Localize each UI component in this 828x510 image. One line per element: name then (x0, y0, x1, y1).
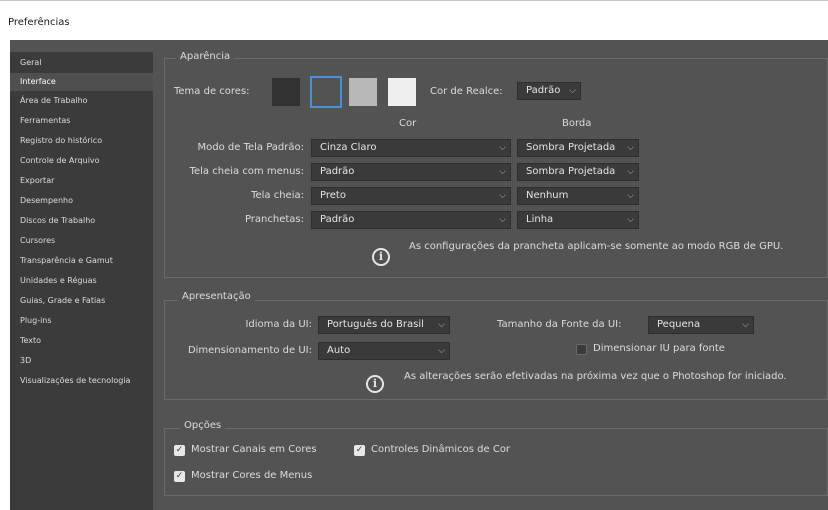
theme-swatch-medium-light[interactable] (349, 78, 377, 106)
sidebar: Geral Interface Área de Trabalho Ferrame… (10, 52, 153, 510)
chevron-down-icon: ⌵ (438, 346, 445, 356)
tela-cheia-menus-label: Tela cheia com menus: (189, 166, 304, 177)
dropdown-value: Cinza Claro (320, 142, 377, 153)
pranchetas-borda-dropdown[interactable]: Linha ⌵ (517, 211, 639, 229)
dropdown-value: Português do Brasil (327, 319, 424, 330)
mostrar-canais-checkbox[interactable]: ✓ (174, 445, 185, 456)
chevron-down-icon: ⌵ (627, 215, 634, 225)
sidebar-item-visualizacoes[interactable]: Visualizações de tecnologia (10, 372, 153, 390)
sidebar-item-registro-historico[interactable]: Registro do histórico (10, 132, 153, 150)
sidebar-item-guias[interactable]: Guias, Grade e Fatias (10, 292, 153, 310)
group-opcoes-title: Opções (180, 420, 226, 431)
sidebar-item-unidades[interactable]: Unidades e Réguas (10, 272, 153, 290)
chevron-down-icon: ⌵ (569, 86, 576, 96)
chevron-down-icon: ⌵ (499, 191, 506, 201)
chevron-down-icon: ⌵ (438, 320, 445, 330)
chevron-down-icon: ⌵ (627, 167, 634, 177)
dimensionamento-ui-label: Dimensionamento de UI: (187, 345, 312, 356)
dropdown-value: Pequena (657, 319, 701, 330)
tela-cheia-cor-dropdown[interactable]: Preto ⌵ (311, 187, 511, 205)
sidebar-item-ferramentas[interactable]: Ferramentas (10, 112, 153, 130)
sidebar-item-3d[interactable]: 3D (10, 352, 153, 370)
dimensionar-fonte-label: Dimensionar IU para fonte (593, 343, 725, 354)
column-cor-header: Cor (399, 118, 417, 129)
info-icon: i (366, 375, 384, 393)
chevron-down-icon: ⌵ (499, 167, 506, 177)
chevron-down-icon: ⌵ (627, 143, 634, 153)
column-borda-header: Borda (562, 118, 592, 129)
pranchetas-info-text: As configurações da prancheta aplicam-se… (409, 241, 784, 252)
controles-dinamicos-checkbox[interactable]: ✓ (354, 445, 365, 456)
group-apresentacao-title: Apresentação (178, 291, 255, 302)
pranchetas-cor-dropdown[interactable]: Padrão ⌵ (311, 211, 511, 229)
modo-tela-padrao-borda-dropdown[interactable]: Sombra Projetada ⌵ (517, 139, 639, 157)
pranchetas-label: Pranchetas: (244, 214, 304, 225)
modo-tela-padrao-label: Modo de Tela Padrão: (197, 142, 305, 153)
chevron-down-icon: ⌵ (499, 143, 506, 153)
tamanho-fonte-label: Tamanho da Fonte da UI: (497, 319, 622, 330)
dropdown-value: Padrão (320, 166, 355, 177)
window-title: Preferências (8, 17, 70, 28)
dimensionar-fonte-checkbox[interactable] (576, 344, 587, 355)
cor-realce-label: Cor de Realce: (430, 86, 503, 97)
dropdown-value: Padrão (320, 214, 355, 225)
controles-dinamicos-label: Controles Dinâmicos de Cor (371, 444, 511, 455)
sidebar-item-geral[interactable]: Geral (10, 54, 153, 72)
sidebar-item-plugins[interactable]: Plug-ins (10, 312, 153, 330)
sidebar-item-controle-arquivo[interactable]: Controle de Arquivo (10, 152, 153, 170)
sidebar-item-area-de-trabalho[interactable]: Área de Trabalho (10, 92, 153, 110)
group-aparencia-title: Aparência (176, 51, 235, 62)
theme-swatch-dark[interactable] (272, 78, 300, 106)
apresentacao-info-text: As alterações serão efetivadas na próxim… (404, 371, 787, 382)
sidebar-item-texto[interactable]: Texto (10, 332, 153, 350)
sidebar-item-transparencia[interactable]: Transparência e Gamut (10, 252, 153, 270)
tela-cheia-menus-borda-dropdown[interactable]: Sombra Projetada ⌵ (517, 163, 639, 181)
group-opcoes (164, 428, 828, 496)
mostrar-canais-label: Mostrar Canais em Cores (191, 444, 317, 455)
tamanho-fonte-dropdown[interactable]: Pequena ⌵ (648, 316, 754, 334)
dropdown-value: Linha (526, 214, 554, 225)
sidebar-item-desempenho[interactable]: Desempenho (10, 192, 153, 210)
modo-tela-padrao-cor-dropdown[interactable]: Cinza Claro ⌵ (311, 139, 511, 157)
dropdown-value: Preto (320, 190, 346, 201)
sidebar-item-cursores[interactable]: Cursores (10, 232, 153, 250)
dropdown-value: Auto (327, 345, 351, 356)
chevron-down-icon: ⌵ (499, 215, 506, 225)
tela-cheia-menus-cor-dropdown[interactable]: Padrão ⌵ (311, 163, 511, 181)
cor-realce-dropdown[interactable]: Padrão ⌵ (517, 82, 581, 100)
title-bar: Preferências (0, 0, 828, 40)
tela-cheia-borda-dropdown[interactable]: Nenhum ⌵ (517, 187, 639, 205)
sidebar-item-interface[interactable]: Interface (10, 73, 153, 91)
mostrar-cores-menus-checkbox[interactable]: ✓ (174, 471, 185, 482)
dimensionamento-ui-dropdown[interactable]: Auto ⌵ (318, 342, 450, 360)
dropdown-value: Sombra Projetada (526, 142, 616, 153)
dropdown-value: Sombra Projetada (526, 166, 616, 177)
theme-swatch-medium-dark[interactable] (310, 76, 342, 108)
tela-cheia-label: Tela cheia: (251, 190, 304, 201)
sidebar-item-exportar[interactable]: Exportar (10, 172, 153, 190)
chevron-down-icon: ⌵ (627, 191, 634, 201)
tema-cores-label: Tema de cores: (174, 86, 250, 97)
idioma-ui-label: Idioma da UI: (245, 319, 312, 330)
chevron-down-icon: ⌵ (742, 320, 749, 330)
dropdown-value: Nenhum (526, 190, 569, 201)
theme-swatch-light[interactable] (388, 78, 416, 106)
cor-realce-value: Padrão (526, 85, 561, 96)
sidebar-item-discos[interactable]: Discos de Trabalho (10, 212, 153, 230)
info-icon: i (372, 248, 390, 266)
mostrar-cores-menus-label: Mostrar Cores de Menus (191, 470, 313, 481)
idioma-ui-dropdown[interactable]: Português do Brasil ⌵ (318, 316, 450, 334)
